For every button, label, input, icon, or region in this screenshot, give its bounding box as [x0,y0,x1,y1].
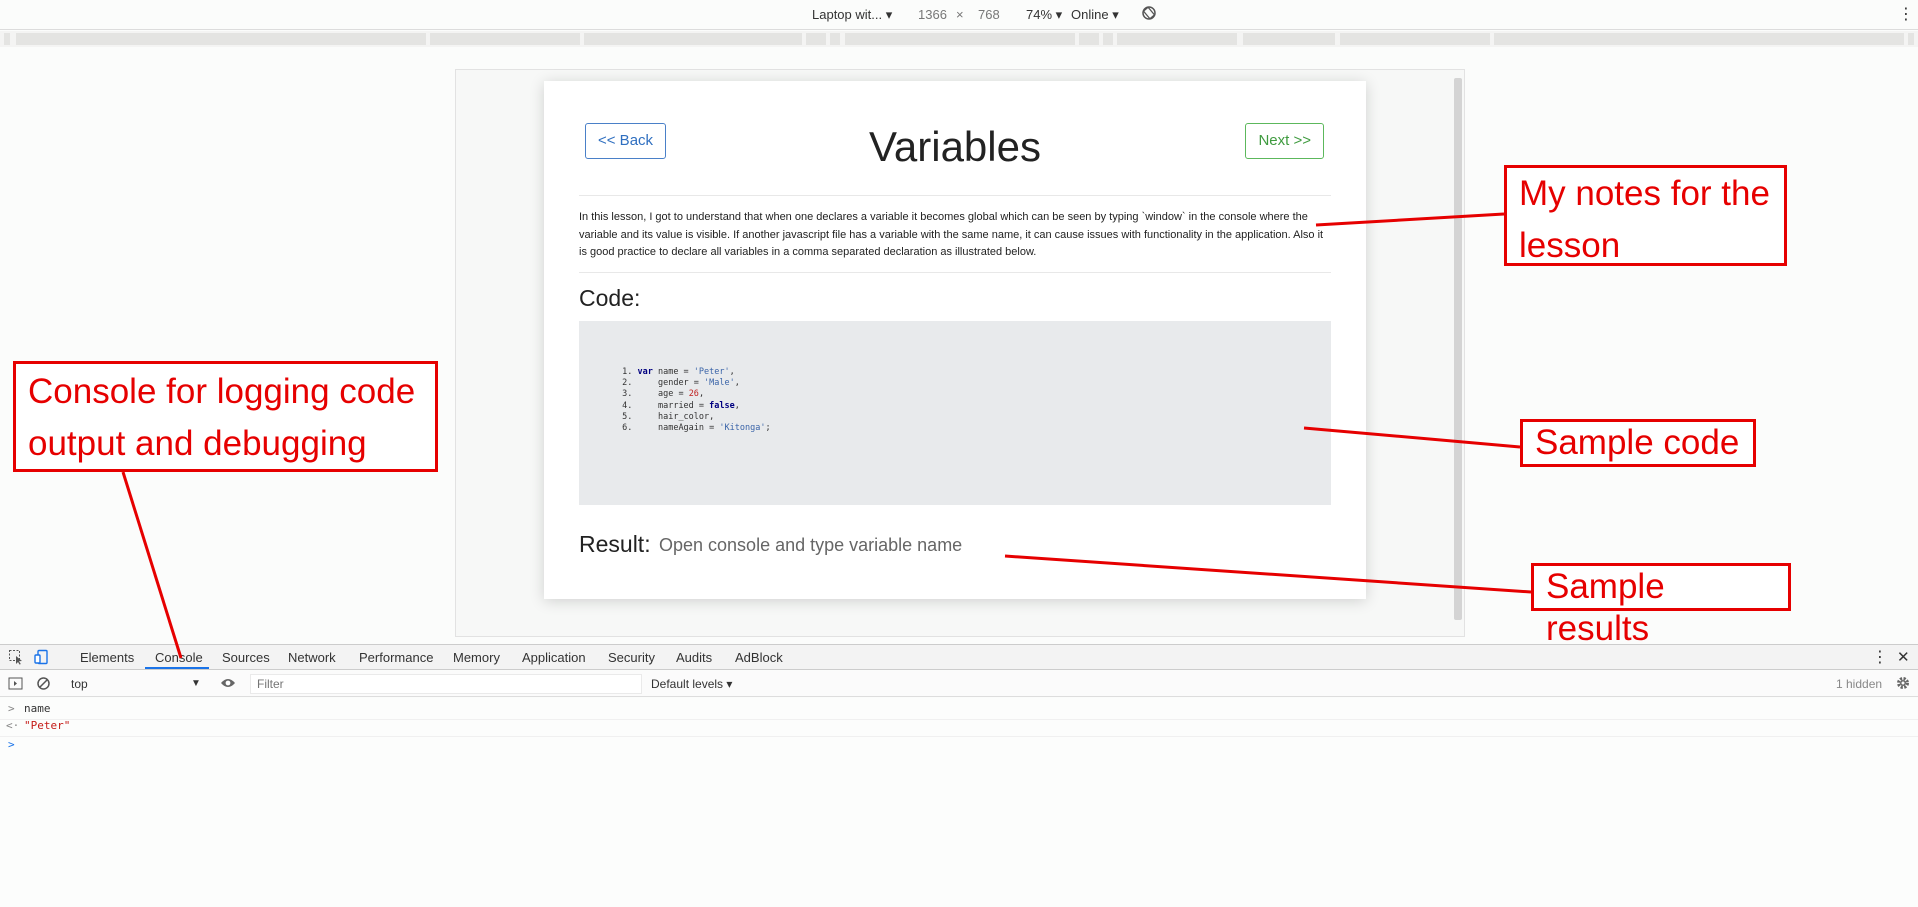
prompt-icon: > [8,738,15,751]
zoom-value: 74% [1026,7,1053,22]
next-button[interactable]: Next >> [1245,123,1324,159]
hidden-count: 1 hidden [1836,677,1883,691]
tab-memory[interactable]: Memory [453,650,500,665]
code-line: 6. nameAgain = 'Kitonga'; [617,423,771,434]
tab-console[interactable]: Console [155,650,203,665]
annotation-text: My notes for the [1519,174,1770,213]
chevron-down-icon: ▾ [1112,7,1119,22]
clear-console-icon[interactable] [36,676,51,694]
device-toggle-icon[interactable] [34,649,50,668]
active-tab-indicator [145,667,209,669]
filter-input[interactable] [250,674,642,694]
device-name: Laptop wit... [812,7,883,22]
sidebar-toggle-icon[interactable] [8,676,23,694]
chevron-right-icon: > [8,702,15,715]
code-list: 1. var name = 'Peter', 2. gender = 'Male… [617,367,771,434]
emulated-viewport: Variables << Back Next >> In this lesson… [455,69,1465,637]
log-levels-select[interactable]: Default levels ▾ [651,677,732,691]
height-field[interactable]: 768 [978,7,1000,22]
media-query-ruler[interactable] [0,31,1918,47]
zoom-select[interactable]: 74% ▾ [1026,7,1062,23]
annotation-notes: My notes for the lesson [1504,165,1787,266]
context-value: top [71,677,88,691]
tab-application[interactable]: Application [522,650,586,665]
console-toolbar: top ▼ Default levels ▾ 1 hidden [0,671,1918,697]
code-line: 2. gender = 'Male', [617,378,740,389]
annotation-console: Console for logging code output and debu… [13,361,438,472]
more-options-icon[interactable]: ⋮ [1872,647,1888,667]
code-block: 1. var name = 'Peter', 2. gender = 'Male… [579,321,1331,505]
tab-performance[interactable]: Performance [359,650,433,665]
times-symbol: × [956,7,964,22]
tab-elements[interactable]: Elements [80,650,134,665]
annotation-text: lesson [1519,226,1621,265]
result-heading: Result: [579,531,651,557]
inspect-element-icon[interactable] [8,649,24,668]
network-value: Online [1071,7,1109,22]
tab-adblock[interactable]: AdBlock [735,650,783,665]
code-line: 3. age = 26, [617,389,705,400]
tab-sources[interactable]: Sources [222,650,270,665]
gear-icon[interactable] [1895,675,1911,694]
context-select[interactable]: top [71,677,88,691]
page-title: Variables [869,123,1041,170]
tab-security[interactable]: Security [608,650,655,665]
lesson-notes: In this lesson, I got to understand that… [579,211,1324,258]
width-field[interactable]: 1366 [918,7,947,22]
chevron-down-icon: ▾ [726,677,733,691]
result-text: Open console and type variable name [659,535,963,555]
device-toolbar: Laptop wit... ▾ 1366 × 768 74% ▾ Online … [0,0,1918,30]
rotate-icon[interactable] [1141,5,1157,24]
code-line: 5. hair_color, [617,411,715,422]
lesson-card: Variables << Back Next >> In this lesson… [544,81,1366,599]
levels-value: Default levels [651,677,724,691]
tab-audits[interactable]: Audits [676,650,712,665]
device-select[interactable]: Laptop wit... ▾ [812,7,892,23]
close-icon[interactable]: ✕ [1897,648,1910,666]
annotation-sample-code: Sample code [1520,419,1756,467]
chevron-down-icon: ▾ [885,7,893,22]
console-prompt[interactable]: > [0,738,1918,756]
console-line: > name [0,702,1918,720]
code-heading: Code: [579,285,641,311]
chevron-down-icon: ▾ [1055,7,1063,22]
chevron-down-icon: ▼ [191,678,201,689]
divider [579,195,1331,196]
code-line: 4. married = false, [617,400,740,411]
annotation-sample-results: Sample results [1531,563,1791,648]
back-button[interactable]: << Back [585,123,667,159]
annotation-text: output and debugging [28,424,367,463]
code-line: 1. var name = 'Peter', [617,367,735,377]
annotation-text: Console for logging code [28,372,416,411]
more-options-icon[interactable]: ⋮ [1898,4,1914,24]
chevron-left-icon: <· [6,719,20,732]
network-select[interactable]: Online ▾ [1071,7,1119,23]
tab-network[interactable]: Network [288,650,336,665]
divider [579,272,1331,273]
console-result-text: "Peter" [24,719,71,732]
console-input-text: name [24,702,51,715]
eye-icon[interactable] [220,676,236,693]
console-output[interactable]: > name <· "Peter" > [0,698,1918,907]
viewport-scrollbar[interactable] [1454,78,1462,620]
console-line: <· "Peter" [0,719,1918,737]
